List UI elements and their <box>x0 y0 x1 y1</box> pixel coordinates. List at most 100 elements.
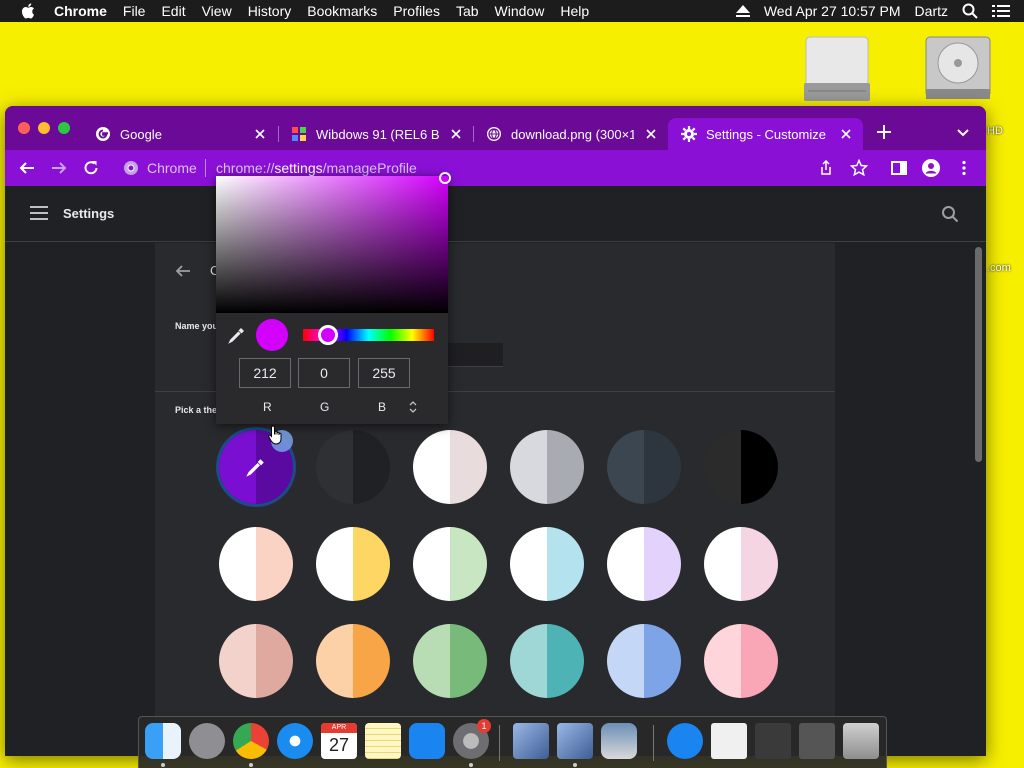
theme-color-swatch[interactable] <box>219 624 293 698</box>
theme-color-swatch[interactable] <box>316 430 390 504</box>
tab-settings[interactable]: Settings - Customize profile <box>668 118 863 150</box>
theme-color-swatch[interactable] <box>510 430 584 504</box>
finder-icon[interactable] <box>145 723 181 759</box>
virtualbox-icon[interactable] <box>513 723 549 759</box>
theme-color-swatch[interactable] <box>704 624 778 698</box>
theme-color-swatch[interactable] <box>316 624 390 698</box>
theme-color-swatch[interactable] <box>413 624 487 698</box>
saturation-value-field[interactable] <box>216 176 448 313</box>
close-icon[interactable] <box>253 127 267 141</box>
applications-folder-icon[interactable] <box>667 723 703 759</box>
documents-stack-icon[interactable] <box>711 723 747 759</box>
trash-icon[interactable] <box>843 723 879 759</box>
external-drive-icon[interactable] <box>800 33 874 105</box>
theme-color-swatch[interactable] <box>413 527 487 601</box>
red-input[interactable]: 212 <box>239 358 291 388</box>
theme-color-swatch[interactable] <box>704 430 778 504</box>
reload-icon[interactable] <box>82 159 100 177</box>
theme-color-swatch[interactable] <box>316 527 390 601</box>
menu-window[interactable]: Window <box>495 3 545 19</box>
green-input[interactable]: 0 <box>298 358 350 388</box>
notes-icon[interactable] <box>365 723 401 759</box>
eject-icon[interactable] <box>735 5 750 17</box>
scrollbar-thumb[interactable] <box>975 247 982 462</box>
app-store-icon[interactable] <box>409 723 445 759</box>
menu-bookmarks[interactable]: Bookmarks <box>307 3 377 19</box>
green-label: G <box>320 400 330 414</box>
calendar-icon[interactable]: APR 27 <box>321 723 357 759</box>
bookmark-star-icon[interactable] <box>850 159 868 177</box>
zoom-window-button[interactable] <box>58 122 70 134</box>
menu-clock[interactable]: Wed Apr 27 10:57 PM <box>764 3 901 19</box>
swatch-left-half <box>316 624 353 698</box>
spotlight-search-icon[interactable] <box>962 3 978 19</box>
forward-arrow-icon[interactable] <box>50 159 68 177</box>
blue-input[interactable]: 255 <box>358 358 410 388</box>
close-icon[interactable] <box>644 127 658 141</box>
swatch-right-half <box>450 527 487 601</box>
menu-tab[interactable]: Tab <box>456 3 479 19</box>
theme-color-swatch[interactable] <box>607 624 681 698</box>
menu-user[interactable]: Dartz <box>915 3 948 19</box>
blue-label: B <box>378 400 387 414</box>
hard-disk-icon[interactable] <box>920 33 996 105</box>
downloads-stack-icon[interactable] <box>755 723 791 759</box>
dock: APR 27 1 <box>138 716 887 768</box>
tab-wibdows[interactable]: Wibdows 91 (REL6 BETA) <box>278 118 473 150</box>
menu-help[interactable]: Help <box>560 3 589 19</box>
page-scrollbar[interactable] <box>971 243 986 756</box>
new-tab-icon[interactable] <box>875 123 893 141</box>
hamburger-menu-icon[interactable] <box>30 206 48 220</box>
settings-body: C Name you Pick a the <box>5 243 986 756</box>
saturation-handle[interactable] <box>439 172 451 184</box>
chevron-down-icon[interactable] <box>955 124 971 140</box>
chrome-icon[interactable] <box>233 723 269 759</box>
profile-name-input[interactable] <box>443 343 503 367</box>
theme-color-swatch[interactable] <box>607 430 681 504</box>
running-indicator <box>249 763 253 767</box>
share-icon[interactable] <box>818 160 834 176</box>
launchpad-icon[interactable] <box>189 723 225 759</box>
profile-name-label: Name you <box>175 321 219 331</box>
tab-title: Wibdows 91 (REL6 BETA) <box>316 126 439 142</box>
theme-color-swatch[interactable] <box>704 527 778 601</box>
eyedropper-icon[interactable] <box>228 326 246 344</box>
theme-color-swatch[interactable] <box>413 430 487 504</box>
swatch-right-half <box>256 527 293 601</box>
menu-profiles[interactable]: Profiles <box>393 3 440 19</box>
side-panel-icon[interactable] <box>890 159 908 177</box>
tab-download-png[interactable]: download.png (300×150) <box>473 118 668 150</box>
omnibox-url[interactable]: chrome://settings/manageProfile <box>216 160 417 176</box>
back-arrow-icon[interactable] <box>18 159 36 177</box>
close-icon[interactable] <box>449 127 463 141</box>
screenshot-stack-icon[interactable] <box>799 723 835 759</box>
apple-icon[interactable] <box>20 2 38 20</box>
theme-color-swatch[interactable] <box>219 527 293 601</box>
theme-color-swatch[interactable] <box>607 527 681 601</box>
notification-badge: 1 <box>477 719 491 733</box>
back-arrow-icon[interactable] <box>175 263 191 279</box>
virtualbox-vm-icon[interactable] <box>557 723 593 759</box>
close-icon[interactable] <box>839 127 853 141</box>
tab-google[interactable]: Google <box>82 118 277 150</box>
more-vert-icon[interactable] <box>955 159 973 177</box>
desktop-com-label: .com <box>987 262 1011 274</box>
format-toggle-icon[interactable] <box>409 401 417 413</box>
safari-icon[interactable] <box>277 723 313 759</box>
theme-color-swatch[interactable] <box>510 624 584 698</box>
menu-app-name[interactable]: Chrome <box>54 3 107 19</box>
preview-icon[interactable] <box>601 723 637 759</box>
swatch-left-half <box>607 527 644 601</box>
menu-file[interactable]: File <box>123 3 146 19</box>
search-icon[interactable] <box>941 205 959 223</box>
control-center-icon[interactable] <box>992 4 1010 18</box>
theme-color-swatch[interactable] <box>510 527 584 601</box>
profile-avatar-icon[interactable] <box>922 159 940 177</box>
hue-slider-handle[interactable] <box>318 325 338 345</box>
minimize-window-button[interactable] <box>38 122 50 134</box>
close-window-button[interactable] <box>18 122 30 134</box>
menu-edit[interactable]: Edit <box>161 3 185 19</box>
swatch-right-half <box>547 527 584 601</box>
menu-history[interactable]: History <box>248 3 292 19</box>
menu-view[interactable]: View <box>202 3 232 19</box>
